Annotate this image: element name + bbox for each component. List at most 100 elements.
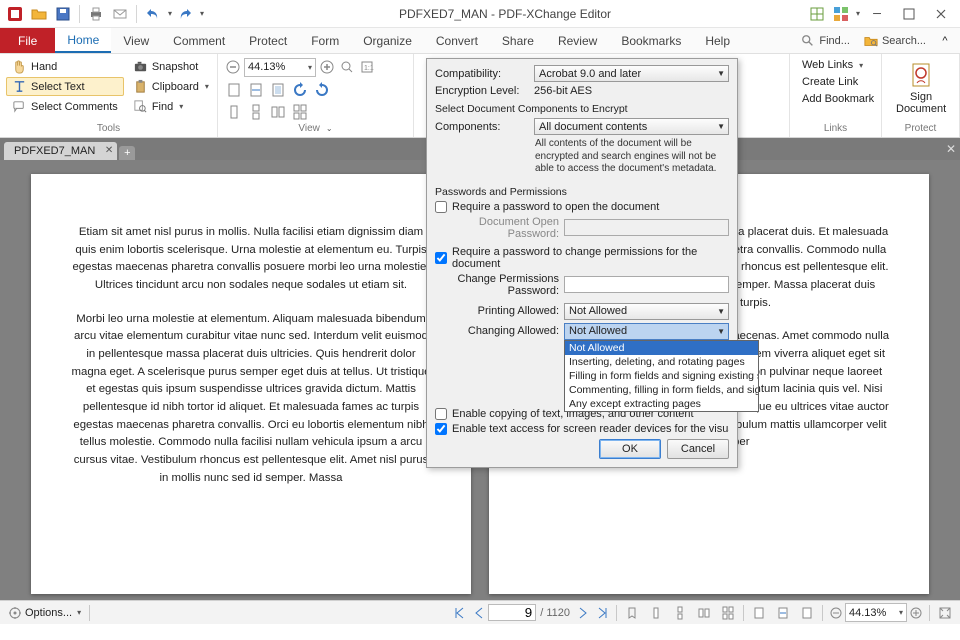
zoom-in-button[interactable]: [318, 58, 336, 76]
page-input[interactable]: [488, 604, 536, 621]
two-pages-icon[interactable]: [268, 102, 288, 122]
prev-page-button[interactable]: [470, 604, 488, 622]
protect-group-label: Protect: [888, 121, 953, 135]
print-icon[interactable]: [85, 3, 107, 25]
find-button[interactable]: Find...: [795, 32, 856, 50]
app-icon: [4, 3, 26, 25]
search-button[interactable]: Search...: [858, 32, 932, 50]
next-page-button[interactable]: [574, 604, 592, 622]
menu-convert[interactable]: Convert: [424, 28, 490, 53]
menu-comment[interactable]: Comment: [161, 28, 237, 53]
sb-zoom-select[interactable]: 44.13%▾: [845, 603, 907, 622]
open-icon[interactable]: [28, 3, 50, 25]
menu-view[interactable]: View: [111, 28, 161, 53]
dropdown-option[interactable]: Not Allowed: [565, 341, 758, 355]
find-ribbon-label: Find: [152, 101, 173, 113]
redo-icon[interactable]: [174, 3, 196, 25]
menu-protect[interactable]: Protect: [237, 28, 299, 53]
sb-fullscreen-icon[interactable]: [934, 604, 956, 622]
menu-home[interactable]: Home: [55, 28, 111, 53]
change-pw-input[interactable]: [564, 276, 729, 293]
fit-width-icon[interactable]: [246, 80, 266, 100]
single-page-icon[interactable]: [224, 102, 244, 122]
select-comments-tool[interactable]: Select Comments: [6, 97, 124, 116]
ui-options-icon[interactable]: [830, 3, 852, 25]
hand-tool[interactable]: Hand: [6, 57, 124, 76]
options-button[interactable]: Options...▾: [4, 604, 85, 622]
snapshot-tool[interactable]: Snapshot: [127, 57, 215, 76]
sb-fit-width-icon[interactable]: [772, 604, 794, 622]
dropdown-option[interactable]: Any except extracting pages: [565, 397, 758, 411]
rotate-ccw-icon[interactable]: [290, 80, 310, 100]
dropdown-option[interactable]: Inserting, deleting, and rotating pages: [565, 355, 758, 369]
open-pw-input: [564, 219, 729, 236]
ui-options-dropdown[interactable]: ▾: [856, 9, 860, 18]
changing-select[interactable]: Not Allowed▼: [564, 323, 729, 340]
tab-close-icon[interactable]: ✕: [105, 145, 113, 156]
maximize-button[interactable]: [894, 3, 924, 25]
zoom-marquee-icon[interactable]: [338, 58, 356, 76]
menu-share[interactable]: Share: [490, 28, 546, 53]
sb-layout-cont-icon[interactable]: [669, 604, 691, 622]
undo-icon[interactable]: [142, 3, 164, 25]
sb-layout-two-icon[interactable]: [693, 604, 715, 622]
enable-access-checkbox[interactable]: [435, 423, 447, 435]
compat-select[interactable]: Acrobat 9.0 and later▼: [534, 65, 729, 82]
sb-actual-icon[interactable]: [796, 604, 818, 622]
sb-zoom-in[interactable]: [907, 604, 925, 622]
select-text-tool[interactable]: Select Text: [6, 77, 124, 96]
last-page-button[interactable]: [592, 604, 612, 622]
actual-size-icon[interactable]: 1:1: [358, 58, 376, 76]
open-pw-label: Document Open Password:: [435, 216, 559, 240]
menu-help[interactable]: Help: [693, 28, 742, 53]
zoom-out-button[interactable]: [224, 58, 242, 76]
dropdown-option[interactable]: Commenting, filling in form fields, and …: [565, 383, 758, 397]
new-tab-button[interactable]: +: [119, 146, 135, 160]
printing-select[interactable]: Not Allowed▼: [564, 303, 729, 320]
components-note: All contents of the document will be enc…: [435, 138, 729, 176]
email-icon[interactable]: [109, 3, 131, 25]
add-bookmark-button[interactable]: Add Bookmark: [796, 91, 880, 107]
rotate-cw-icon[interactable]: [312, 80, 332, 100]
document-tab[interactable]: PDFXED7_MAN ✕: [4, 142, 117, 160]
fit-page-icon[interactable]: [224, 80, 244, 100]
menu-bookmarks[interactable]: Bookmarks: [609, 28, 693, 53]
minimize-button[interactable]: ─: [862, 3, 892, 25]
two-continuous-icon[interactable]: [290, 102, 310, 122]
ribbon-collapse-icon[interactable]: ^: [934, 30, 956, 52]
sb-layout-single-icon[interactable]: [645, 604, 667, 622]
quick-launch-icon[interactable]: [806, 3, 828, 25]
dropdown-option[interactable]: Filling in form fields and signing exist…: [565, 369, 758, 383]
ok-button[interactable]: OK: [599, 439, 661, 459]
changing-dropdown-list: Not Allowed Inserting, deleting, and rot…: [564, 340, 759, 412]
sb-zoom-out[interactable]: [827, 604, 845, 622]
continuous-icon[interactable]: [246, 102, 266, 122]
cancel-button[interactable]: Cancel: [667, 439, 729, 459]
components-select[interactable]: All document contents▼: [534, 118, 729, 135]
pw-section: Passwords and Permissions: [435, 186, 729, 198]
tabstrip-close-icon[interactable]: ✕: [946, 142, 956, 156]
ribbon-find-button[interactable]: Find▾: [127, 97, 215, 116]
create-link-button[interactable]: Create Link: [796, 74, 880, 90]
web-links-button[interactable]: Web Links▾: [796, 57, 880, 73]
zoom-select[interactable]: 44.13%▾: [244, 58, 316, 77]
sb-layout-twocont-icon[interactable]: [717, 604, 739, 622]
close-button[interactable]: [926, 3, 956, 25]
menu-review[interactable]: Review: [546, 28, 609, 53]
sign-document-button[interactable]: Sign Document: [888, 57, 954, 121]
enable-access-label: Enable text access for screen reader dev…: [452, 423, 729, 435]
save-icon[interactable]: [52, 3, 74, 25]
undo-dropdown[interactable]: ▾: [168, 9, 172, 18]
menu-form[interactable]: Form: [299, 28, 351, 53]
fit-visible-icon[interactable]: [268, 80, 288, 100]
req-open-checkbox[interactable]: [435, 201, 447, 213]
file-menu[interactable]: File: [0, 28, 55, 53]
sb-bookmark-icon[interactable]: [621, 604, 643, 622]
menu-organize[interactable]: Organize: [351, 28, 424, 53]
sb-fit-page-icon[interactable]: [748, 604, 770, 622]
clipboard-button[interactable]: Clipboard▾: [127, 77, 215, 96]
view-launcher-icon[interactable]: ⌄: [326, 124, 333, 133]
req-change-checkbox[interactable]: [435, 252, 447, 264]
first-page-button[interactable]: [450, 604, 470, 622]
enable-copy-checkbox[interactable]: [435, 408, 447, 420]
